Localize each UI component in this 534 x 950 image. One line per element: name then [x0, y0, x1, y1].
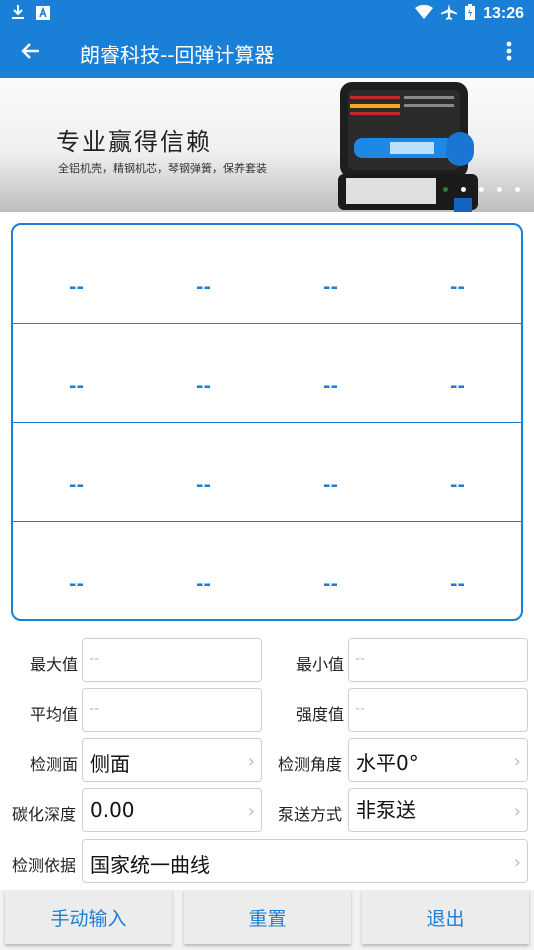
max-value: --	[89, 651, 100, 667]
manual-input-button[interactable]: 手动输入	[5, 890, 172, 944]
reading-cell[interactable]: --	[13, 548, 140, 595]
clock-text: 13:26	[483, 5, 524, 22]
grid-row: -- -- -- --	[13, 522, 521, 619]
reading-cell[interactable]: --	[140, 548, 267, 595]
exit-button[interactable]: 退出	[362, 890, 529, 944]
chevron-right-icon: ›	[247, 801, 255, 822]
carousel-dot[interactable]	[497, 187, 502, 192]
form-row-carbon-pump: 碳化深度 0.00 › 泵送方式 非泵送 ›	[0, 788, 534, 834]
carousel-dot[interactable]	[515, 187, 520, 192]
strength-value: --	[355, 701, 366, 717]
chevron-right-icon: ›	[513, 751, 521, 772]
carbon-depth-select[interactable]: 0.00 ›	[82, 788, 262, 832]
bottom-button-bar: 手动输入 重置 退出	[0, 890, 534, 950]
battery-icon	[465, 3, 476, 25]
a-icon	[36, 5, 50, 24]
carbon-label: 碳化深度	[12, 805, 77, 824]
reading-cell[interactable]: --	[267, 449, 394, 496]
reading-cell[interactable]: --	[13, 449, 140, 496]
min-value: --	[355, 651, 366, 667]
status-bar: 13:26	[0, 0, 534, 28]
min-label: 最小值	[296, 655, 345, 674]
banner-title: 专业赢得信赖	[56, 128, 212, 156]
chevron-right-icon: ›	[513, 801, 521, 822]
form-row-basis: 检测依据 国家统一曲线 ›	[0, 839, 534, 885]
grid-row: -- -- -- --	[13, 324, 521, 423]
arrow-left-icon	[21, 41, 41, 65]
promo-banner[interactable]: 专业赢得信赖 全铝机壳，精钢机芯，琴钢弹簧，保养套装	[0, 78, 534, 212]
pump-select[interactable]: 非泵送 ›	[348, 788, 528, 832]
more-vert-icon	[506, 41, 512, 65]
reading-cell[interactable]: --	[140, 449, 267, 496]
download-icon	[10, 4, 26, 24]
overflow-menu-button[interactable]	[484, 28, 534, 78]
strength-label: 强度值	[296, 705, 345, 724]
surface-select[interactable]: 侧面 ›	[82, 738, 262, 782]
basis-select[interactable]: 国家统一曲线 ›	[82, 839, 528, 883]
surface-value: 侧面	[90, 752, 130, 776]
reading-cell[interactable]: --	[140, 350, 267, 397]
grid-row: -- -- -- --	[13, 423, 521, 522]
angle-label: 检测角度	[278, 755, 343, 774]
banner-subtitle: 全铝机壳，精钢机芯，琴钢弹簧，保养套装	[58, 162, 267, 175]
angle-select[interactable]: 水平0° ›	[348, 738, 528, 782]
form-row-max-min: 最大值 -- 最小值 --	[0, 638, 534, 684]
grid-row: -- -- -- --	[13, 225, 521, 324]
reading-cell[interactable]: --	[394, 251, 521, 298]
reset-button[interactable]: 重置	[184, 890, 351, 944]
airplane-icon	[441, 3, 458, 25]
chevron-right-icon: ›	[513, 852, 521, 873]
pump-value: 非泵送	[356, 798, 416, 822]
basis-value: 国家统一曲线	[90, 853, 210, 877]
strength-value-field: --	[348, 688, 528, 732]
avg-value-field: --	[82, 688, 262, 732]
carousel-indicator	[443, 187, 520, 192]
reading-grid: -- -- -- -- -- -- -- -- -- -- -- -- -- -…	[11, 223, 523, 621]
reading-cell[interactable]: --	[394, 548, 521, 595]
pump-label: 泵送方式	[278, 805, 343, 824]
max-label: 最大值	[30, 655, 79, 674]
angle-value: 水平0°	[356, 751, 419, 775]
product-case-image	[338, 82, 478, 212]
wifi-icon	[415, 4, 434, 24]
reading-cell[interactable]: --	[394, 350, 521, 397]
reading-cell[interactable]: --	[267, 350, 394, 397]
min-value-field: --	[348, 638, 528, 682]
carousel-dot[interactable]	[461, 187, 466, 192]
reading-cell[interactable]: --	[267, 548, 394, 595]
chevron-right-icon: ›	[247, 751, 255, 772]
avg-label: 平均值	[30, 705, 79, 724]
back-button[interactable]	[0, 28, 62, 78]
reading-cell[interactable]: --	[394, 449, 521, 496]
basis-label: 检测依据	[12, 856, 77, 875]
reading-cell[interactable]: --	[13, 251, 140, 298]
max-value-field: --	[82, 638, 262, 682]
app-bar: 朗睿科技--回弹计算器	[0, 28, 534, 78]
reading-cell[interactable]: --	[267, 251, 394, 298]
reading-cell[interactable]: --	[13, 350, 140, 397]
app-title: 朗睿科技--回弹计算器	[80, 42, 275, 67]
reading-cell[interactable]: --	[140, 251, 267, 298]
carousel-dot[interactable]	[443, 187, 448, 192]
form-row-avg-strength: 平均值 -- 强度值 --	[0, 688, 534, 734]
form-row-surface-angle: 检测面 侧面 › 检测角度 水平0° ›	[0, 738, 534, 784]
avg-value: --	[89, 701, 100, 717]
carousel-dot[interactable]	[479, 187, 484, 192]
carbon-value: 0.00	[90, 798, 135, 822]
surface-label: 检测面	[30, 755, 79, 774]
